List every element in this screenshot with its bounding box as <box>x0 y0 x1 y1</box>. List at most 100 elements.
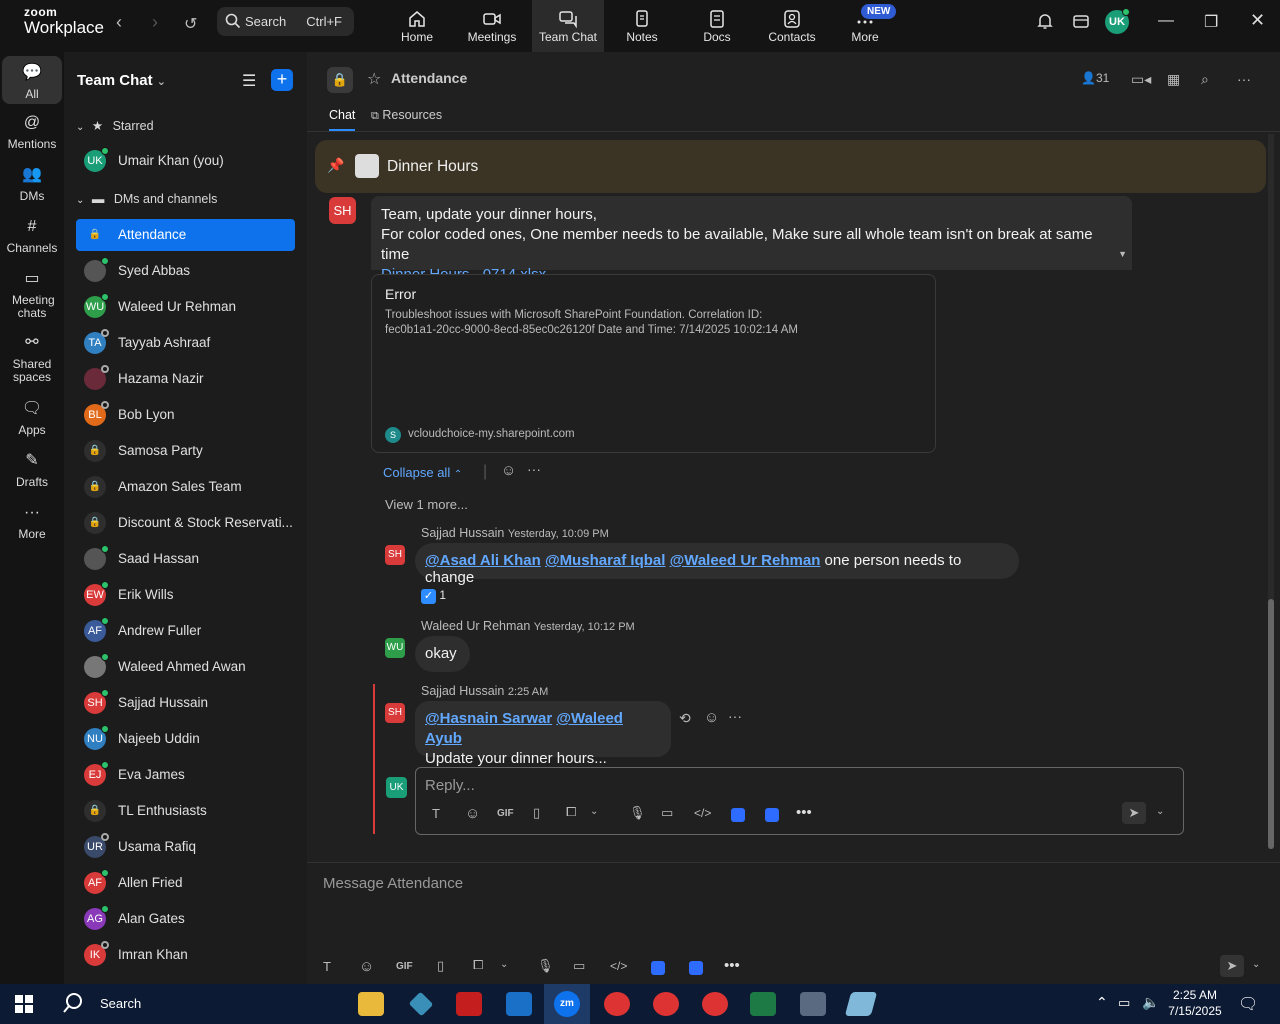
message-bubble[interactable]: Team, update your dinner hours, For colo… <box>371 196 1132 283</box>
message-bubble[interactable]: okay <box>415 636 470 672</box>
rail-shared-spaces[interactable]: ⚯ Shared spaces <box>2 335 62 384</box>
sidebar-item[interactable]: SH Sajjad Hussain <box>76 687 295 719</box>
clock[interactable]: 2:25 AM 7/15/2025 <box>1166 987 1224 1019</box>
history-icon[interactable]: ↺ <box>184 14 197 34</box>
pinned-message[interactable]: 📌 Dinner Hours <box>315 140 1266 193</box>
scrollbar-thumb[interactable] <box>1268 599 1274 849</box>
chevron-down-icon[interactable]: ⌄ <box>500 959 508 970</box>
sidebar-item[interactable]: Waleed Ahmed Awan <box>76 651 295 683</box>
outlook-icon[interactable] <box>506 992 532 1016</box>
tab-contacts[interactable]: Contacts <box>756 0 828 52</box>
tab-chat[interactable]: Chat <box>329 108 356 131</box>
close-icon[interactable]: ✕ <box>1250 10 1265 31</box>
chevron-down-icon[interactable]: ⌄ <box>1156 806 1164 817</box>
sidebar-item[interactable]: 🔒 TL Enthusiasts <box>76 795 295 827</box>
members-button[interactable]: 👤31 <box>1081 71 1109 85</box>
sidebar-item[interactable]: EW Erik Wills <box>76 579 295 611</box>
chevron-up-icon[interactable]: ⌃ <box>1096 994 1108 1011</box>
gif-icon[interactable]: GIF <box>396 961 413 972</box>
add-button[interactable]: + <box>271 69 293 91</box>
chrome-icon[interactable] <box>702 992 728 1016</box>
sidebar-item[interactable]: NU Najeeb Uddin <box>76 723 295 755</box>
sidebar-item[interactable]: BL Bob Lyon <box>76 399 295 431</box>
sidebar-item[interactable]: Syed Abbas <box>76 255 295 287</box>
video-message-icon[interactable]: ▭ <box>661 805 673 821</box>
reply-input[interactable]: Reply... T ☺ GIF ▯ ⧠ ⌄ 🎙 ▭ </> ••• ➤ ⌄ <box>415 767 1184 835</box>
more-options-icon[interactable]: ··· <box>728 708 742 724</box>
more-options-icon[interactable]: ••• <box>796 804 812 821</box>
volume-icon[interactable]: 🔈 <box>1142 994 1159 1011</box>
file-icon[interactable]: ▯ <box>437 958 444 974</box>
more-options-icon[interactable]: ··· <box>527 461 541 477</box>
search-box[interactable]: Search Ctrl+F <box>217 7 354 36</box>
link-preview-card[interactable]: Error Troubleshoot issues with Microsoft… <box>371 274 936 453</box>
sidebar-item[interactable]: AG Alan Gates <box>76 903 295 935</box>
notification-icon[interactable]: 🗨 <box>1238 994 1258 1014</box>
sidebar-item[interactable]: EJ Eva James <box>76 759 295 791</box>
message-bubble[interactable]: @Hasnain Sarwar @Waleed Ayub Update your… <box>415 701 671 767</box>
rail-dms[interactable]: 👥 DMs <box>2 167 62 203</box>
zoom-taskbar-active[interactable]: zm <box>544 984 590 1024</box>
video-call-icon[interactable]: ▭◂ <box>1131 71 1151 88</box>
filezilla-icon[interactable] <box>456 992 482 1016</box>
mention[interactable]: @Waleed Ur Rehman <box>670 552 821 569</box>
sidebar-item[interactable]: WU Waleed Ur Rehman <box>76 291 295 323</box>
message-bubble[interactable]: @Asad Ali Khan @Musharaf Iqbal @Waleed U… <box>415 543 1019 586</box>
microphone-icon[interactable]: 🎙 <box>537 958 554 974</box>
rail-drafts[interactable]: ✎ Drafts <box>2 453 62 489</box>
sidebar-item[interactable]: AF Allen Fried <box>76 867 295 899</box>
file-explorer-icon[interactable] <box>358 992 384 1016</box>
reaction[interactable]: ✓ 1 <box>421 588 446 604</box>
avatar[interactable]: WU <box>385 638 405 658</box>
app-icon[interactable] <box>651 961 665 975</box>
tab-home[interactable]: Home <box>381 0 453 52</box>
avatar[interactable]: SH <box>385 703 405 723</box>
minimize-icon[interactable]: — <box>1158 12 1174 30</box>
calendar-icon[interactable]: ▦ <box>1167 71 1180 88</box>
video-message-icon[interactable]: ▭ <box>573 958 585 974</box>
mention[interactable]: @Hasnain Sarwar <box>425 710 552 727</box>
sidebar-item[interactable]: 🔒 Attendance <box>76 219 295 251</box>
mention[interactable]: @Asad Ali Khan <box>425 552 541 569</box>
star-icon[interactable]: ☆ <box>367 69 381 89</box>
chevron-down-icon[interactable]: ⌄ <box>1252 959 1260 970</box>
section-starred[interactable]: ⌄ ★ Starred <box>76 118 154 133</box>
app-icon[interactable] <box>689 961 703 975</box>
rail-apps[interactable]: 🗨 Apps <box>2 401 62 437</box>
text-format-icon[interactable]: T <box>323 959 331 974</box>
tab-team-chat[interactable]: Team Chat <box>532 0 604 52</box>
network-icon[interactable]: ▭ <box>1118 995 1130 1011</box>
message-composer[interactable]: Message Attendance T ☺ GIF ▯ ⧠ ⌄ 🎙 ▭ </>… <box>307 862 1280 984</box>
composer-input[interactable]: Message Attendance <box>323 875 463 892</box>
rail-all[interactable]: 💬 All <box>2 56 62 104</box>
collapse-all-link[interactable]: Collapse all ⌃ <box>383 465 462 480</box>
app-icon[interactable] <box>765 808 779 822</box>
app-icon[interactable] <box>408 991 434 1017</box>
mention[interactable]: @Musharaf Iqbal <box>545 552 665 569</box>
scrollbar[interactable] <box>1268 134 1274 849</box>
code-icon[interactable]: </> <box>610 959 627 973</box>
sidebar-item[interactable]: IK Imran Khan <box>76 939 295 971</box>
expand-icon[interactable]: ▼ <box>1118 244 1127 264</box>
avatar[interactable]: SH <box>329 197 356 224</box>
chevron-down-icon[interactable]: ⌄ <box>590 806 598 817</box>
channel-title[interactable]: Attendance <box>391 70 467 86</box>
text-format-icon[interactable]: T <box>432 806 440 821</box>
sidebar-item[interactable]: 🔒 Discount & Stock Reservati... <box>76 507 295 539</box>
tab-meetings[interactable]: Meetings <box>456 0 528 52</box>
calculator-icon[interactable] <box>800 992 826 1016</box>
sidebar-item[interactable]: TA Tayyab Ashraaf <box>76 327 295 359</box>
apps-box-icon[interactable] <box>1072 12 1090 35</box>
app-icon[interactable] <box>731 808 745 822</box>
gif-icon[interactable]: GIF <box>497 808 514 819</box>
rail-channels[interactable]: # Channels <box>2 219 62 255</box>
avatar[interactable]: SH <box>385 545 405 565</box>
code-icon[interactable]: </> <box>694 806 711 820</box>
view-more-link[interactable]: View 1 more... <box>385 497 468 512</box>
sidebar-item-umair-khan[interactable]: UK Umair Khan (you) <box>76 145 295 177</box>
sidebar-item[interactable]: 🔒 Samosa Party <box>76 435 295 467</box>
more-options-icon[interactable]: ••• <box>724 957 740 974</box>
tab-notes[interactable]: Notes <box>606 0 678 52</box>
sidebar-item[interactable]: Hazama Nazir <box>76 363 295 395</box>
screenshot-icon[interactable]: ⧠ <box>566 804 576 820</box>
